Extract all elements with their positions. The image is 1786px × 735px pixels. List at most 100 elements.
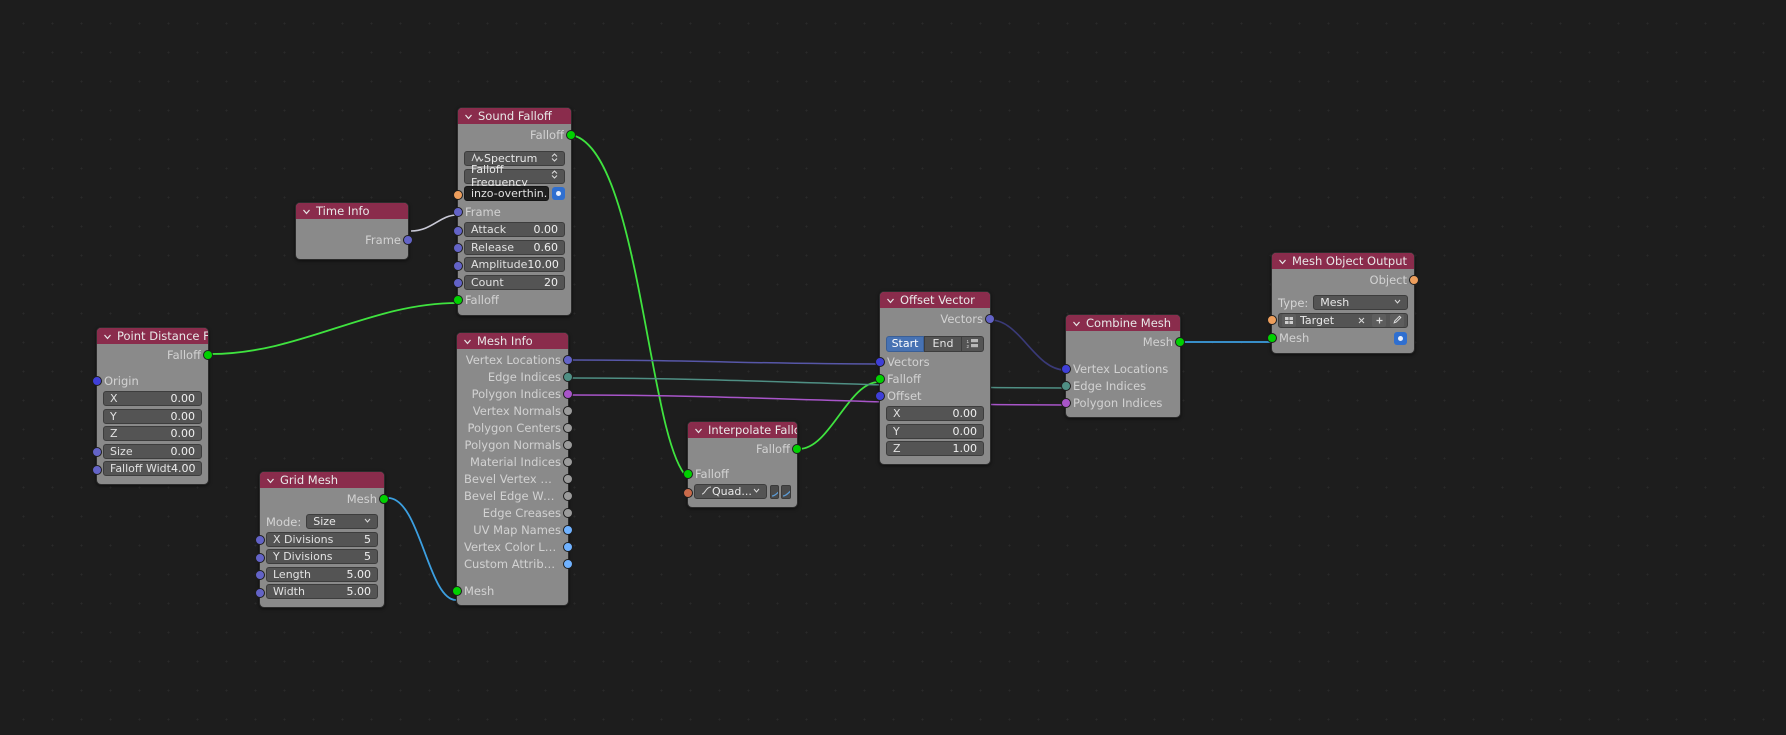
widget-y-divisions[interactable]: Y Divisions 5 bbox=[255, 549, 384, 565]
socket-attack-in[interactable] bbox=[453, 225, 463, 236]
value-field-offset-y[interactable]: Y 0.00 bbox=[886, 423, 984, 439]
node-grid-mesh[interactable]: Grid Mesh Mesh Mode: Size X Divisions 5 bbox=[255, 471, 389, 608]
node-header-grid-mesh[interactable]: Grid Mesh bbox=[260, 472, 384, 488]
socket-amplitude-in[interactable] bbox=[453, 260, 463, 271]
socket-falloff-in[interactable] bbox=[453, 295, 463, 305]
widget-start-end-toggle[interactable]: Start End 12 bbox=[880, 335, 990, 352]
socket-count-in[interactable] bbox=[453, 278, 463, 288]
value-field-y[interactable]: Y 0.00 bbox=[103, 408, 202, 424]
node-header-combine-mesh[interactable]: Combine Mesh bbox=[1066, 315, 1180, 331]
socket-polygon-centers-out[interactable] bbox=[563, 422, 573, 433]
ease-in-icon[interactable] bbox=[769, 484, 780, 499]
socket-y-divisions-in[interactable] bbox=[255, 552, 265, 563]
widget-origin-x[interactable]: X 0.00 bbox=[97, 391, 208, 407]
socket-bevel-edge-weights-out[interactable] bbox=[563, 490, 573, 501]
chevron-down-icon[interactable] bbox=[694, 426, 703, 435]
toggle-start-end[interactable]: Start End 12 bbox=[886, 335, 984, 352]
socket-vertex-locations-in[interactable] bbox=[1061, 363, 1071, 374]
socket-sound-in[interactable] bbox=[453, 189, 463, 200]
new-object-icon[interactable] bbox=[1372, 313, 1386, 327]
value-field-attack[interactable]: Attack 0.00 bbox=[464, 222, 565, 237]
enum-falloff-frequency[interactable]: Falloff Frequency bbox=[464, 163, 565, 189]
node-sound-falloff[interactable]: Sound Falloff Falloff Spectrum Falloff F… bbox=[453, 107, 576, 316]
widget-origin-z[interactable]: Z 0.00 bbox=[97, 426, 208, 442]
socket-vertex-locations-out[interactable] bbox=[563, 354, 573, 365]
value-field-falloff-width[interactable]: Falloff Widt 4.00 bbox=[103, 461, 202, 476]
node-header-time-info[interactable]: Time Info bbox=[296, 203, 408, 219]
widget-mode[interactable]: Mode: Size bbox=[260, 514, 384, 530]
widget-width[interactable]: Width 5.00 bbox=[255, 584, 384, 600]
widget-offset-y[interactable]: Y 0.00 bbox=[880, 423, 990, 439]
socket-mesh-out[interactable] bbox=[1175, 336, 1185, 347]
chevron-down-icon[interactable] bbox=[1278, 257, 1287, 266]
widget-amplitude[interactable]: Amplitude 10.00 bbox=[453, 257, 571, 273]
socket-polygon-normals-out[interactable] bbox=[563, 439, 573, 450]
socket-length-in[interactable] bbox=[255, 570, 265, 580]
socket-custom-attribute-names-out[interactable] bbox=[563, 558, 573, 569]
value-field-x-divisions[interactable]: X Divisions 5 bbox=[266, 531, 378, 547]
chevron-down-icon[interactable] bbox=[463, 337, 472, 346]
widget-size[interactable]: Size 0.00 bbox=[92, 443, 208, 459]
socket-falloff-out[interactable] bbox=[792, 443, 802, 454]
ease-out-icon[interactable] bbox=[781, 484, 791, 499]
socket-vertex-color-layers-out[interactable] bbox=[563, 541, 573, 552]
socket-frame-out[interactable] bbox=[403, 234, 413, 245]
widget-interpolation[interactable]: Quad... bbox=[683, 484, 797, 500]
viewport-toggle-icon[interactable] bbox=[1394, 331, 1407, 345]
value-field-amplitude[interactable]: Amplitude 10.00 bbox=[464, 257, 565, 272]
node-combine-mesh[interactable]: Combine Mesh Mesh Vertex Locations Edge … bbox=[1061, 314, 1185, 418]
chevron-down-icon[interactable] bbox=[464, 112, 473, 121]
node-header-mesh-info[interactable]: Mesh Info bbox=[457, 333, 568, 349]
socket-edge-creases-out[interactable] bbox=[563, 507, 573, 518]
enum-type[interactable]: Mesh bbox=[1313, 295, 1408, 310]
socket-target-in[interactable] bbox=[1267, 315, 1277, 325]
new-sound-button[interactable] bbox=[552, 187, 565, 200]
chevron-down-icon[interactable] bbox=[1072, 319, 1081, 328]
widget-release[interactable]: Release 0.60 bbox=[453, 239, 571, 255]
socket-falloff-out[interactable] bbox=[203, 349, 213, 360]
socket-interpolation-in[interactable] bbox=[683, 487, 693, 498]
widget-origin-y[interactable]: Y 0.00 bbox=[97, 408, 208, 424]
node-header-sound-falloff[interactable]: Sound Falloff bbox=[458, 108, 571, 124]
socket-offset-in[interactable] bbox=[875, 390, 885, 401]
node-interpolate-falloff[interactable]: Interpolate Falloff Falloff Falloff Quad… bbox=[683, 421, 802, 508]
value-field-z[interactable]: Z 0.00 bbox=[103, 426, 202, 441]
node-header-interpolate-falloff[interactable]: Interpolate Falloff bbox=[688, 422, 797, 438]
node-time-info[interactable]: Time Info Frame bbox=[295, 202, 413, 260]
widget-offset-z[interactable]: Z 1.00 bbox=[880, 441, 990, 457]
chevron-down-icon[interactable] bbox=[886, 296, 895, 305]
socket-falloff-width-in[interactable] bbox=[92, 464, 102, 475]
widget-sound-id[interactable]: inzo-overthin... bbox=[453, 186, 571, 202]
node-mesh-object-output[interactable]: Mesh Object Output Object Type: Mesh Tar… bbox=[1267, 252, 1419, 354]
socket-x-divisions-in[interactable] bbox=[255, 535, 265, 545]
socket-bevel-vertex-weights-out[interactable] bbox=[563, 473, 573, 484]
value-field-y-divisions[interactable]: Y Divisions 5 bbox=[266, 549, 378, 564]
value-field-width[interactable]: Width 5.00 bbox=[266, 584, 378, 599]
value-field-x[interactable]: X 0.00 bbox=[103, 391, 202, 406]
socket-size-in[interactable] bbox=[92, 447, 102, 457]
socket-falloff-in[interactable] bbox=[875, 373, 885, 384]
socket-vectors-in[interactable] bbox=[875, 356, 885, 367]
chevron-down-icon[interactable] bbox=[302, 207, 311, 216]
id-field-sound[interactable]: inzo-overthin... bbox=[464, 186, 549, 201]
socket-width-in[interactable] bbox=[255, 587, 265, 598]
widget-offset-x[interactable]: X 0.00 bbox=[880, 406, 990, 422]
node-header-point-distance-falloff[interactable]: Point Distance Falloff bbox=[97, 328, 208, 344]
chevron-down-icon[interactable] bbox=[266, 476, 275, 485]
widget-target-object[interactable]: Target bbox=[1267, 312, 1414, 328]
socket-frame-in[interactable] bbox=[453, 206, 463, 217]
enum-mode[interactable]: Size bbox=[306, 514, 378, 529]
widget-type[interactable]: Type: Mesh bbox=[1272, 295, 1414, 311]
node-header-offset-vector[interactable]: Offset Vector bbox=[880, 292, 990, 308]
value-field-length[interactable]: Length 5.00 bbox=[266, 566, 378, 582]
socket-mesh-in[interactable] bbox=[452, 585, 462, 596]
node-mesh-info[interactable]: Mesh Info Vertex Locations Edge Indices … bbox=[452, 332, 573, 606]
chevron-down-icon[interactable] bbox=[103, 332, 112, 341]
widget-attack[interactable]: Attack 0.00 bbox=[453, 222, 571, 238]
mesh-data-icon[interactable] bbox=[1282, 313, 1296, 327]
object-field-target[interactable]: Target bbox=[1278, 312, 1408, 328]
node-offset-vector[interactable]: Offset Vector Vectors Start End 12 Vecto… bbox=[875, 291, 995, 465]
value-field-release[interactable]: Release 0.60 bbox=[464, 239, 565, 255]
socket-edge-indices-out[interactable] bbox=[563, 371, 573, 382]
value-field-offset-x[interactable]: X 0.00 bbox=[886, 406, 984, 421]
